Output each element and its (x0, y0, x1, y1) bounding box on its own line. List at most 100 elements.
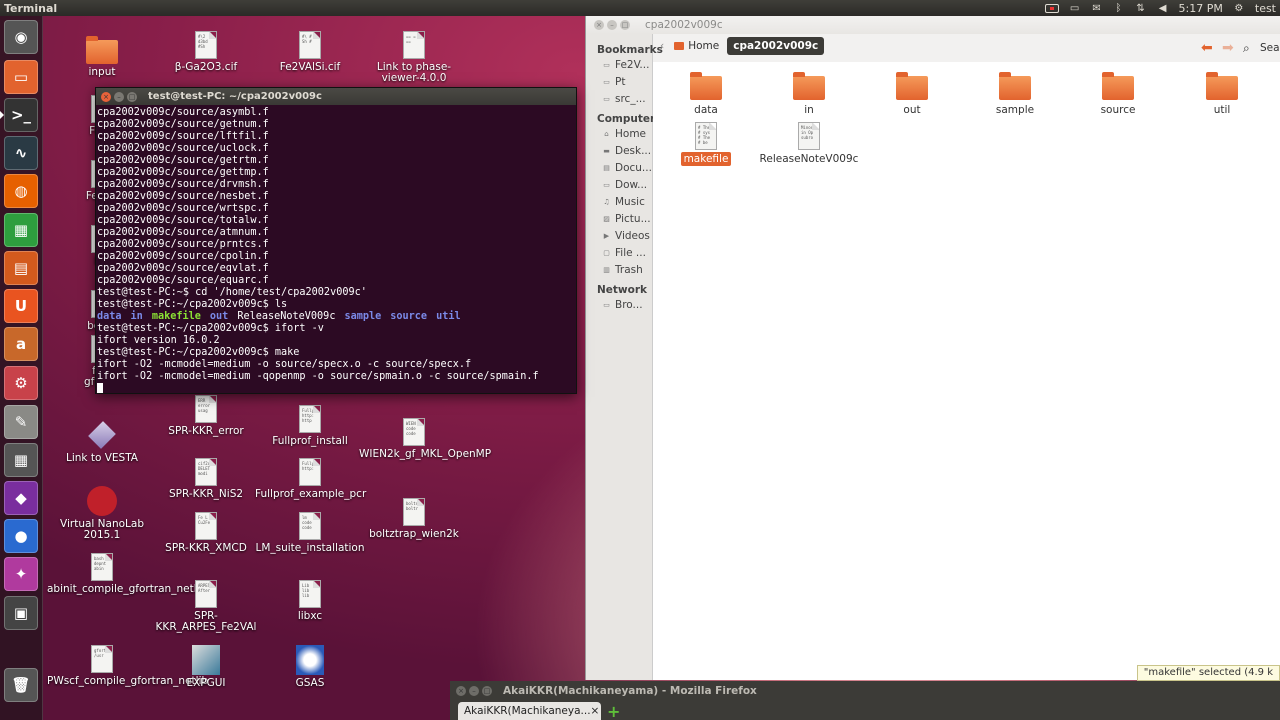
desktop-icon[interactable]: ARPES After SPR-KKR_ARPES_Fe2VAl (151, 580, 261, 633)
desktop-icon[interactable]: Virtual NanoLab 2015.1 (47, 486, 157, 541)
sidebar-item[interactable]: ▢ File ... (586, 244, 652, 261)
terminal-titlebar[interactable]: × – □ test@test-PC: ~/cpa2002v009c (96, 88, 576, 105)
minimize-icon[interactable]: – (469, 685, 479, 696)
amazon-icon: a (15, 335, 27, 353)
file-view[interactable]: data in out sample source util # The # sys # T… (653, 62, 1280, 680)
launcher-calculator[interactable]: ▦ (4, 443, 38, 477)
desktop-icon[interactable]: bash depnt abin abinit_compile_gfortran_n… (47, 553, 206, 595)
folder-item[interactable]: in (759, 70, 859, 116)
folder-item[interactable]: data (656, 70, 756, 116)
file-manager-window[interactable]: × – □ cpa2002v009c Bookmarks ▭ Fe2V... ▭ Pt ▭… (585, 16, 1280, 680)
record-icon[interactable] (1044, 3, 1059, 13)
folder-item[interactable]: util (1172, 70, 1272, 116)
desktop-icon[interactable]: ERR error usag SPR-KKR_error (151, 395, 261, 437)
launcher-amazon[interactable]: a (4, 327, 38, 361)
minimize-icon[interactable]: – (114, 91, 124, 102)
desktop-icon[interactable]: == = == Link to phase-viewer-4.0.0 (359, 31, 469, 84)
sidebar-item[interactable]: ▬ Desk... (586, 142, 652, 159)
session-user[interactable]: test (1255, 2, 1276, 15)
terminal-output[interactable]: cpa2002v009c/source/asymbl.f cpa2002v009c… (96, 105, 576, 393)
launcher-files[interactable]: ▭ (4, 60, 38, 94)
sidebar-item[interactable]: ▭ Fe2V... (586, 56, 652, 73)
back-arrow-icon[interactable]: ⬅ (1201, 40, 1213, 56)
volume-icon[interactable]: ◀ (1157, 3, 1169, 14)
launcher-libreoffice-calc[interactable]: ▦ (4, 213, 38, 247)
desktop-icon[interactable]: input (47, 36, 157, 78)
maximize-icon[interactable]: □ (127, 91, 137, 102)
close-icon[interactable]: × (594, 20, 604, 30)
close-icon[interactable]: × (101, 91, 111, 102)
tab-close-icon[interactable]: × (591, 705, 600, 717)
sidebar-item[interactable]: ▥ Trash (586, 261, 652, 278)
file-item[interactable]: Minor in Op subro ReleaseNoteV009c (759, 118, 859, 165)
keyboard-icon[interactable]: ▭ (1069, 3, 1081, 14)
terminal-window[interactable]: × – □ test@test-PC: ~/cpa2002v009c cpa20… (95, 87, 577, 394)
mail-icon[interactable]: ✉ (1091, 3, 1103, 14)
search-icon[interactable]: ⌕ (1243, 41, 1250, 56)
desktop-icon[interactable]: #\2 d3bd #Sh β-Ga2O3.cif (151, 31, 261, 73)
launcher-libreoffice-impress[interactable]: ▤ (4, 251, 38, 285)
desktop-icon[interactable]: Link to VESTA (47, 420, 157, 464)
place-icon: ▭ (603, 94, 610, 103)
forward-arrow-icon[interactable]: ➡ (1222, 40, 1234, 56)
clock[interactable]: 5:17 PM (1179, 2, 1223, 15)
session-user-icon[interactable]: ⚙ (1233, 3, 1245, 14)
desktop-icon[interactable]: #\ # Sh # Fe2VAlSi.cif (255, 31, 365, 73)
launcher-system-settings[interactable]: ⚙ (4, 366, 38, 400)
terminal-line: test@test-PC:~/cpa2002v009c$ ifort -v (97, 323, 324, 334)
desktop-icon[interactable]: lm code code LM_suite_installation (255, 512, 365, 554)
terminal-line: cpa2002v009c/source/totalw.f (97, 215, 269, 226)
minimize-icon[interactable]: – (607, 20, 617, 30)
folder-item[interactable]: source (1068, 70, 1168, 116)
launcher-terminal[interactable]: >_ (0, 98, 38, 132)
sidebar-item[interactable]: ▭ src_... (586, 90, 652, 107)
sidebar-item[interactable]: ▭ Pt (586, 73, 652, 90)
sidebar-item[interactable]: ♫ Music (586, 193, 652, 210)
search-label[interactable]: Sear (1260, 42, 1280, 54)
launcher-trash[interactable]: 🗑 (4, 668, 38, 702)
launcher-workspace-switcher[interactable]: ▣ (4, 596, 38, 630)
path-left-arrow-icon[interactable]: ‹ (658, 40, 666, 52)
firefox-window[interactable]: × – □ AkaiKKR(Machikaneyama) - Mozilla F… (450, 681, 1280, 720)
sidebar-item[interactable]: ▭ Dow... (586, 176, 652, 193)
file-item[interactable]: # The # sys # The # be makefile (656, 118, 756, 166)
browser-tab[interactable]: AkaiKKR(Machikaneya... × (458, 702, 601, 720)
desktop-icon[interactable]: boltr boltr boltztrap_wien2k (359, 498, 469, 540)
path-current[interactable]: cpa2002v009c (727, 37, 825, 55)
launcher-dash-home[interactable]: ◉ (4, 20, 38, 54)
launcher-ubuntu-software[interactable]: U (4, 289, 38, 323)
launcher-app-purple[interactable]: ◆ (4, 481, 38, 515)
desktop-icon[interactable]: GSAS (255, 645, 365, 689)
desktop-icon-label: GSAS (295, 677, 325, 689)
network-icon[interactable]: ⇅ (1135, 3, 1147, 14)
desktop-icon[interactable]: gfort /usr PWscf_compile_gfortran_netlib (47, 645, 208, 687)
new-tab-icon[interactable]: + (607, 702, 620, 720)
file-manager-titlebar[interactable]: × – □ cpa2002v009c (586, 16, 1280, 34)
desktop-icon[interactable]: Fully http: Fullprof_example_pcr (255, 458, 366, 500)
firefox-titlebar[interactable]: × – □ AkaiKKR(Machikaneyama) - Mozilla F… (450, 681, 1280, 700)
maximize-icon[interactable]: □ (620, 20, 630, 30)
desktop-icon[interactable]: Fully http: http Fullprof_install (255, 405, 365, 447)
desktop-icon[interactable]: cif2c DELET modi SPR-KKR_NiS2 (151, 458, 261, 500)
folder-item[interactable]: out (862, 70, 962, 116)
launcher-app-magenta[interactable]: ✦ (4, 557, 38, 591)
path-home[interactable]: Home (668, 37, 725, 55)
sidebar-item[interactable]: ▤ Docu... (586, 159, 652, 176)
sidebar-item[interactable]: ▨ Pictu... (586, 210, 652, 227)
launcher-app-blue[interactable]: ● (4, 519, 38, 553)
sidebar-item[interactable]: ▶ Videos (586, 227, 652, 244)
terminal-icon: >_ (10, 106, 32, 124)
launcher-firefox[interactable]: ◍ (4, 174, 38, 208)
desktop-icon[interactable]: WIEN code code WIEN2k_gf_MKL_OpenMP (359, 418, 491, 460)
maximize-icon[interactable]: □ (482, 685, 492, 696)
folder-item[interactable]: sample (965, 70, 1065, 116)
desktop-icon[interactable]: Lib lib lib libxc (255, 580, 365, 622)
desktop-icon[interactable]: Fe L Cu2Fe SPR-KKR_XMCD (151, 512, 261, 554)
close-icon[interactable]: × (456, 685, 466, 696)
launcher-system-monitor[interactable]: ∿ (4, 136, 38, 170)
bluetooth-icon[interactable]: ᛒ (1113, 3, 1125, 14)
launcher-text-editor[interactable]: ✎ (4, 405, 38, 439)
sidebar-item[interactable]: ▭ Bro... (586, 296, 652, 313)
desktop-icon[interactable]: EXPGUI (151, 645, 261, 689)
sidebar-item[interactable]: ⌂ Home (586, 125, 652, 142)
